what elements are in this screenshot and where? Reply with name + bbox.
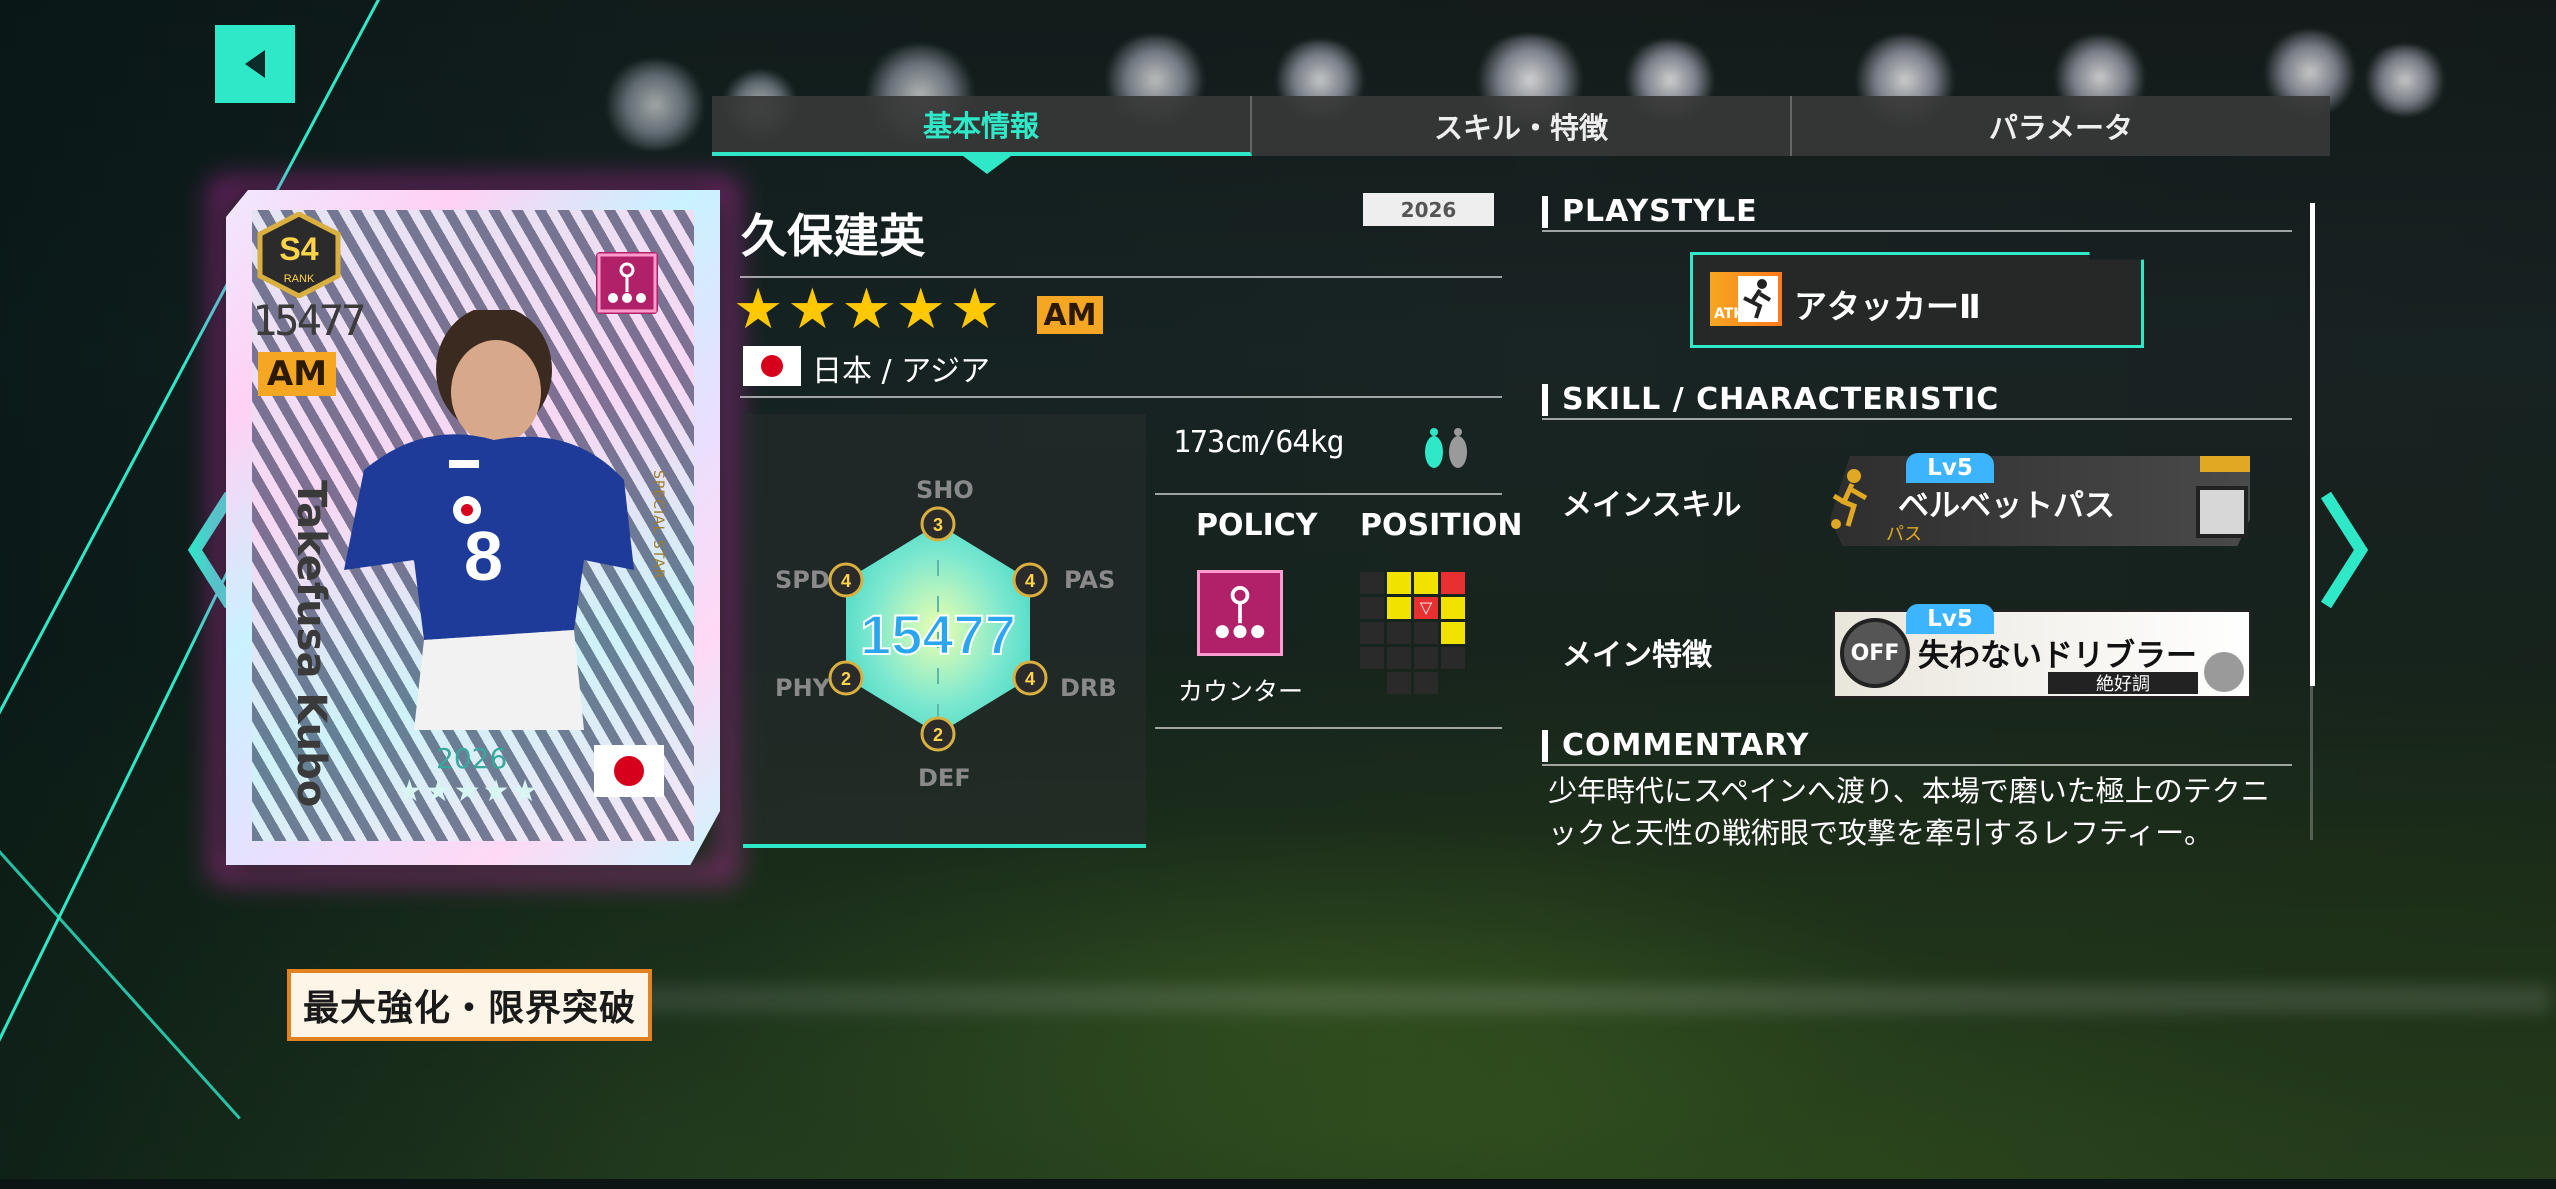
player-card[interactable]: 8 S4 RANK 15477 AM Takefusa Kubo SPECIAL… (214, 182, 734, 879)
trait-off-badge: OFF (1840, 618, 1910, 688)
policy-name: カウンター (1178, 677, 1304, 706)
divider (1155, 493, 1502, 495)
card-player-name: Takefusa Kubo (288, 480, 334, 808)
rank-phy: 2 (841, 669, 851, 689)
playstyle-heading: PLAYSTYLE (1542, 196, 1758, 228)
footedness-icon (1425, 428, 1467, 468)
divider (1155, 727, 1502, 729)
main-trait-name: 失わないドリブラー (1918, 638, 2197, 674)
player-photo: 8 (344, 310, 634, 730)
main-skill-label: メインスキル (1562, 488, 1742, 523)
card-rank-label: RANK (284, 273, 315, 285)
playstyle-name: アタッカーⅡ (1794, 287, 1981, 326)
card-year: 2026 (436, 742, 508, 775)
tab-basic-info[interactable]: 基本情報 (712, 96, 1252, 156)
attacker-playstyle-icon: ATK (1710, 272, 1782, 326)
shirt-number: 8 (464, 517, 503, 595)
tab-parameters[interactable]: パラメータ (1792, 96, 2330, 156)
year-badge: 2026 (1363, 193, 1494, 226)
position-badge: AM (1037, 296, 1103, 334)
scrollbar-thumb[interactable] (2310, 203, 2315, 686)
goal-icon (2196, 486, 2248, 538)
tab-bar: 基本情報 スキル・特徴 パラメータ (712, 96, 2330, 156)
card-overall: 15477 (252, 296, 366, 345)
active-tab-pointer (963, 156, 1011, 174)
divider (740, 396, 1502, 398)
hex-label-phy: PHY (775, 674, 831, 702)
tab-skills[interactable]: スキル・特徴 (1252, 96, 1792, 156)
runner-icon (1738, 276, 1778, 322)
counter-policy-icon (596, 252, 658, 314)
main-skill-level: Lv5 (1906, 453, 1994, 483)
condition-face-icon (2204, 652, 2244, 692)
height-weight: 173cm/64kg (1173, 425, 1345, 460)
card-special-text: SPECIAL STAR (650, 470, 666, 580)
card-japan-flag-icon (594, 745, 664, 797)
hex-label-sho: SHO (916, 476, 974, 504)
rarity-stars: ★★★★★ (733, 277, 1005, 342)
hex-overall: 15477 (860, 603, 1016, 666)
main-trait-label: メイン特徴 (1562, 638, 1712, 673)
rank-badge-icon: S4 RANK (257, 212, 341, 298)
position-map: ▽ (1360, 572, 1465, 694)
position-heading: POSITION (1360, 508, 1523, 543)
skill-heading: SKILL / CHARACTERISTIC (1542, 384, 1999, 416)
hex-label-def: DEF (918, 764, 971, 792)
skill-stripe (2200, 456, 2250, 472)
divider (1542, 764, 2292, 766)
rank-def: 2 (933, 725, 943, 745)
position-marker: ▽ (1414, 597, 1438, 619)
nationality: 日本 / アジア (812, 354, 990, 389)
japan-flag-icon (743, 346, 801, 386)
counter-policy-icon (1197, 570, 1283, 656)
card-rank: S4 (279, 231, 318, 267)
limit-break-button[interactable]: 最大強化・限界突破 (287, 969, 652, 1041)
commentary-text: 少年時代にスペインへ渡り、本場で磨いた極上のテクニックと天性の戦術眼で攻撃を牽引… (1548, 774, 2270, 850)
divider (1542, 230, 2292, 232)
scrollbar-track (2310, 686, 2313, 840)
hex-label-drb: DRB (1060, 674, 1117, 702)
rank-sho: 3 (933, 515, 943, 535)
back-button[interactable] (215, 25, 295, 103)
commentary-heading: COMMENTARY (1542, 730, 1809, 762)
back-arrow-icon (245, 50, 265, 78)
card-position-badge: AM (258, 352, 336, 396)
hex-label-spd: SPD (775, 566, 830, 594)
rank-spd: 4 (841, 571, 851, 591)
divider (1542, 418, 2292, 420)
hex-label-pas: PAS (1064, 566, 1116, 594)
main-trait-condition: 絶好調 (2048, 672, 2198, 695)
policy-heading: POLICY (1196, 508, 1318, 543)
player-name: 久保建英 (741, 209, 925, 263)
rank-drb: 4 (1025, 669, 1035, 689)
main-skill-name: ベルベットパス (1898, 488, 2115, 524)
next-player-arrow-icon[interactable] (2316, 485, 2376, 615)
pass-skill-icon (1831, 469, 1868, 529)
main-skill-category: パス (1886, 524, 1922, 545)
rank-pas: 4 (1025, 571, 1035, 591)
card-stars: ★★★★★ (396, 774, 541, 809)
